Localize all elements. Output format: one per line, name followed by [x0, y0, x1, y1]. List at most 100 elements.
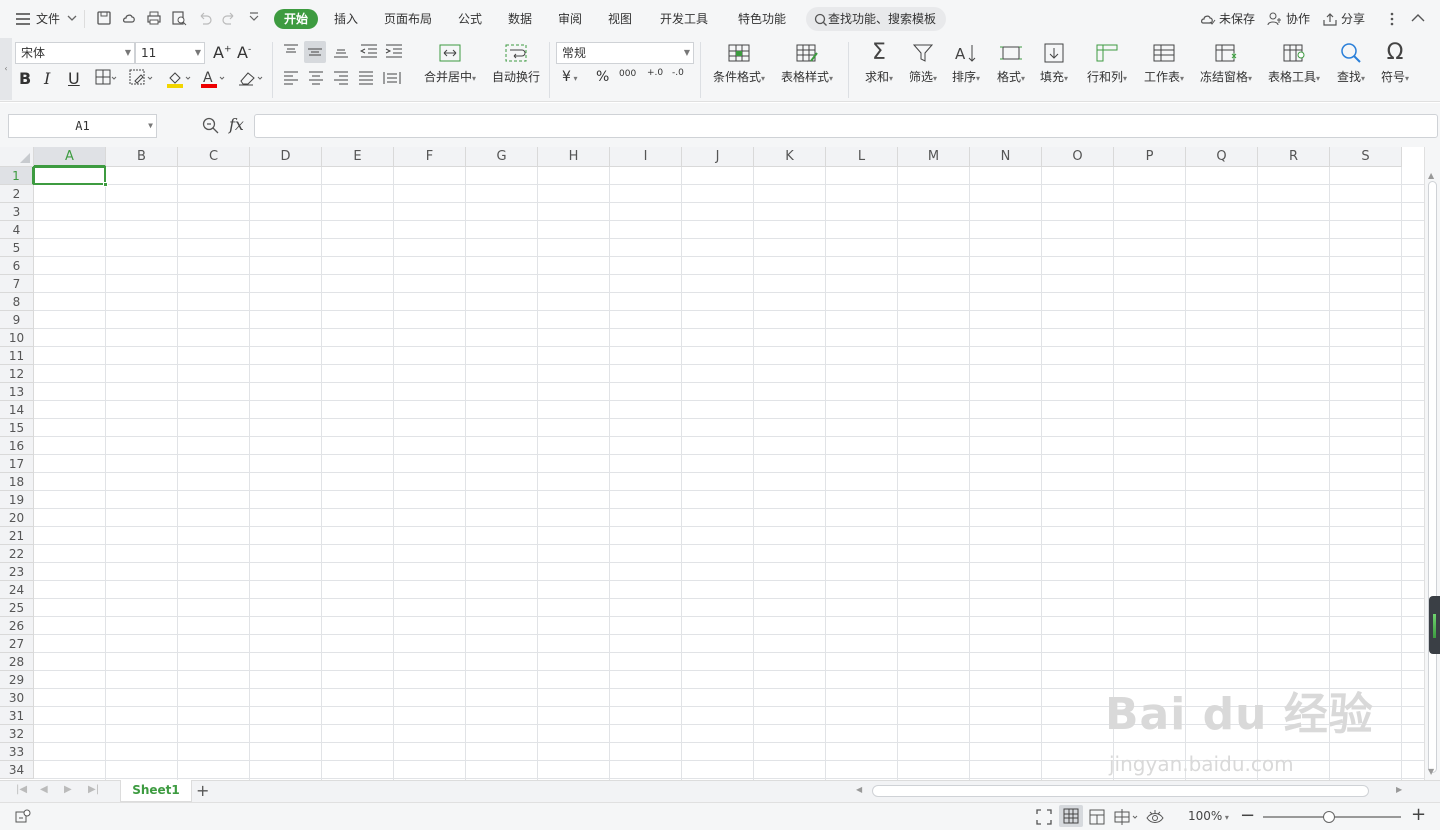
format-button[interactable]: 格式▾: [992, 42, 1030, 85]
row-header[interactable]: 12: [0, 365, 34, 383]
clear-format-icon[interactable]: [238, 69, 263, 89]
align-bottom-icon[interactable]: [333, 43, 353, 63]
row-header[interactable]: 7: [0, 275, 34, 293]
tab-home[interactable]: 开始: [274, 9, 319, 29]
column-header[interactable]: F: [394, 147, 466, 167]
row-header[interactable]: 18: [0, 473, 34, 491]
row-header[interactable]: 34: [0, 761, 34, 779]
file-menu[interactable]: 文件: [36, 9, 60, 29]
row-header[interactable]: 29: [0, 671, 34, 689]
scroll-left-icon[interactable]: ◀: [856, 785, 862, 794]
sort-button[interactable]: A 排序▾: [947, 42, 985, 85]
row-header[interactable]: 2: [0, 185, 34, 203]
zoom-in-icon[interactable]: +: [1411, 804, 1426, 825]
tab-view[interactable]: 视图: [608, 9, 632, 29]
row-header[interactable]: 10: [0, 329, 34, 347]
font-name-select[interactable]: 宋体 ▼: [15, 42, 135, 64]
decrease-font-icon[interactable]: A-: [237, 43, 257, 63]
row-col-button[interactable]: 行和列▾: [1082, 42, 1132, 85]
row-header[interactable]: 5: [0, 239, 34, 257]
side-panel-handle[interactable]: [1429, 596, 1440, 654]
fill-handle[interactable]: [103, 182, 108, 187]
menu-icon[interactable]: [15, 12, 31, 26]
zoom-search-icon[interactable]: [202, 117, 220, 138]
row-header[interactable]: 24: [0, 581, 34, 599]
filter-button[interactable]: 筛选▾: [904, 42, 942, 85]
row-header[interactable]: 26: [0, 617, 34, 635]
select-all-corner[interactable]: [0, 147, 34, 167]
fullscreen-icon[interactable]: [1036, 809, 1052, 828]
column-header[interactable]: E: [322, 147, 394, 167]
scroll-up-icon[interactable]: ▲: [1428, 171, 1434, 180]
collapse-ribbon-icon[interactable]: [1410, 12, 1426, 27]
column-header[interactable]: L: [826, 147, 898, 167]
borders-icon[interactable]: [95, 69, 117, 89]
row-header[interactable]: 22: [0, 545, 34, 563]
column-header[interactable]: Q: [1186, 147, 1258, 167]
row-header[interactable]: 8: [0, 293, 34, 311]
ribbon-scroll-left[interactable]: ‹: [0, 38, 12, 100]
undo-icon[interactable]: [197, 10, 213, 26]
tab-developer[interactable]: 开发工具: [660, 9, 708, 29]
italic-icon[interactable]: I: [44, 69, 64, 89]
row-header[interactable]: 20: [0, 509, 34, 527]
sheet-nav-first-icon[interactable]: |◀: [16, 784, 27, 795]
font-size-select[interactable]: 11 ▼: [135, 42, 205, 64]
column-header[interactable]: D: [250, 147, 322, 167]
currency-icon[interactable]: ¥ ▾: [562, 69, 590, 89]
row-header[interactable]: 1: [0, 167, 34, 185]
tab-review[interactable]: 审阅: [558, 9, 582, 29]
name-box[interactable]: A1 ▼: [8, 114, 157, 138]
align-top-icon[interactable]: [283, 43, 303, 63]
tab-insert[interactable]: 插入: [334, 9, 358, 29]
increase-font-icon[interactable]: A+: [213, 43, 233, 63]
table-style-button[interactable]: 表格样式▾: [777, 42, 837, 85]
scroll-right-icon[interactable]: ▶: [1396, 785, 1402, 794]
row-header[interactable]: 16: [0, 437, 34, 455]
page-break-view-icon[interactable]: [1114, 809, 1140, 828]
zoom-level[interactable]: 100% ▾: [1188, 809, 1229, 823]
conditional-format-button[interactable]: 条件格式▾: [709, 42, 769, 85]
quick-access-more-icon[interactable]: [248, 10, 264, 26]
scroll-thumb[interactable]: [1428, 181, 1437, 773]
percent-icon[interactable]: %: [596, 69, 616, 89]
column-header[interactable]: C: [178, 147, 250, 167]
sheet-nav-last-icon[interactable]: ▶|: [88, 784, 99, 795]
active-cell[interactable]: [33, 166, 106, 185]
row-header[interactable]: 9: [0, 311, 34, 329]
freeze-panes-button[interactable]: 冻结窗格▾: [1196, 42, 1256, 85]
number-format-select[interactable]: 常规 ▼: [556, 42, 694, 64]
zoom-slider-thumb[interactable]: [1323, 811, 1335, 823]
row-header[interactable]: 25: [0, 599, 34, 617]
fill-color-icon[interactable]: [166, 69, 191, 89]
row-header[interactable]: 14: [0, 401, 34, 419]
worksheet-button[interactable]: 工作表▾: [1139, 42, 1189, 85]
vertical-scrollbar[interactable]: ▲ ▼: [1424, 147, 1440, 780]
table-tools-button[interactable]: 表格工具▾: [1264, 42, 1324, 85]
normal-view-icon[interactable]: [1059, 805, 1083, 827]
fill-button[interactable]: 填充▾: [1035, 42, 1073, 85]
justify-icon[interactable]: [358, 70, 378, 90]
row-header[interactable]: 19: [0, 491, 34, 509]
column-header[interactable]: I: [610, 147, 682, 167]
font-color-icon[interactable]: A: [200, 69, 225, 89]
thousands-separator-icon[interactable]: 000: [619, 69, 641, 89]
redo-icon[interactable]: [221, 10, 237, 26]
align-left-icon[interactable]: [283, 70, 303, 90]
row-header[interactable]: 28: [0, 653, 34, 671]
align-middle-icon[interactable]: [304, 41, 326, 63]
sheet-tab-sheet1[interactable]: Sheet1: [120, 780, 192, 802]
align-center-icon[interactable]: [308, 70, 328, 90]
add-sheet-icon[interactable]: +: [196, 781, 209, 801]
column-header[interactable]: O: [1042, 147, 1114, 167]
increase-decimal-icon[interactable]: +.0: [647, 68, 669, 88]
increase-indent-icon[interactable]: [385, 43, 405, 63]
sum-button[interactable]: Σ 求和▾: [860, 42, 898, 85]
bold-icon[interactable]: B: [19, 69, 39, 89]
row-header[interactable]: 4: [0, 221, 34, 239]
row-header[interactable]: 13: [0, 383, 34, 401]
save-icon[interactable]: [96, 10, 112, 26]
cloud-sync-icon[interactable]: [122, 10, 138, 26]
h-scroll-thumb[interactable]: [872, 785, 1369, 797]
unsaved-status[interactable]: 未保存: [1219, 9, 1255, 29]
